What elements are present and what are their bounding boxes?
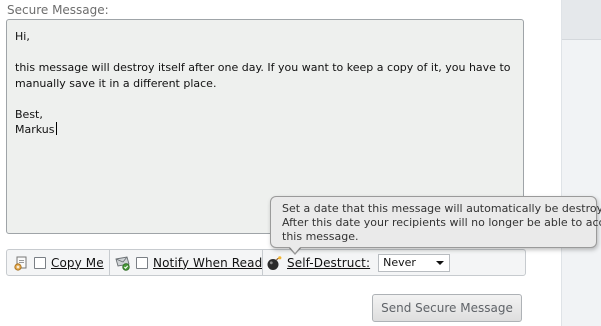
tooltip-line: After this date your recipients will no …: [282, 216, 601, 229]
right-side-panel: [561, 0, 601, 326]
message-line: this message will destroy itself after o…: [15, 61, 511, 74]
message-line: [15, 91, 515, 107]
message-options-toolbar: Copy Me Notify When Read Self-Destruct:: [6, 249, 526, 276]
copy-me-label[interactable]: Copy Me: [51, 256, 104, 270]
self-destruct-label: Self-Destruct:: [287, 255, 371, 270]
message-line: Best,: [15, 107, 43, 121]
copy-icon: [13, 255, 29, 271]
self-destruct-selected-value: Never: [383, 256, 416, 269]
toolbar-divider: [262, 250, 263, 275]
notify-icon: [115, 255, 131, 271]
toolbar-divider: [109, 250, 110, 275]
tooltip-pointer-inner: [289, 246, 301, 253]
message-label: Secure Message:: [7, 3, 109, 17]
notify-when-read-label[interactable]: Notify When Read: [153, 256, 262, 270]
self-destruct-select[interactable]: Never: [378, 253, 451, 272]
tooltip-line: this message.: [282, 230, 359, 243]
bomb-icon: [266, 255, 282, 271]
message-line: Hi,: [15, 30, 30, 43]
send-secure-message-button[interactable]: Send Secure Message: [372, 294, 522, 322]
self-destruct-tooltip: Set a date that this message will automa…: [270, 196, 601, 248]
chevron-down-icon: [436, 260, 445, 265]
message-line-text: Markus: [15, 123, 55, 136]
right-panel-header: [562, 0, 601, 40]
notify-when-read-checkbox[interactable]: [136, 256, 148, 269]
tooltip-line: Set a date that this message will automa…: [282, 202, 601, 215]
notify-when-read-option[interactable]: Notify When Read: [115, 250, 262, 275]
copy-me-checkbox[interactable]: [34, 256, 46, 269]
message-line: [15, 45, 515, 61]
message-line-last: Markus: [15, 122, 515, 138]
copy-me-option[interactable]: Copy Me: [13, 250, 104, 275]
message-line: manually save it in a different place.: [15, 76, 217, 90]
text-caret: [55, 122, 57, 135]
